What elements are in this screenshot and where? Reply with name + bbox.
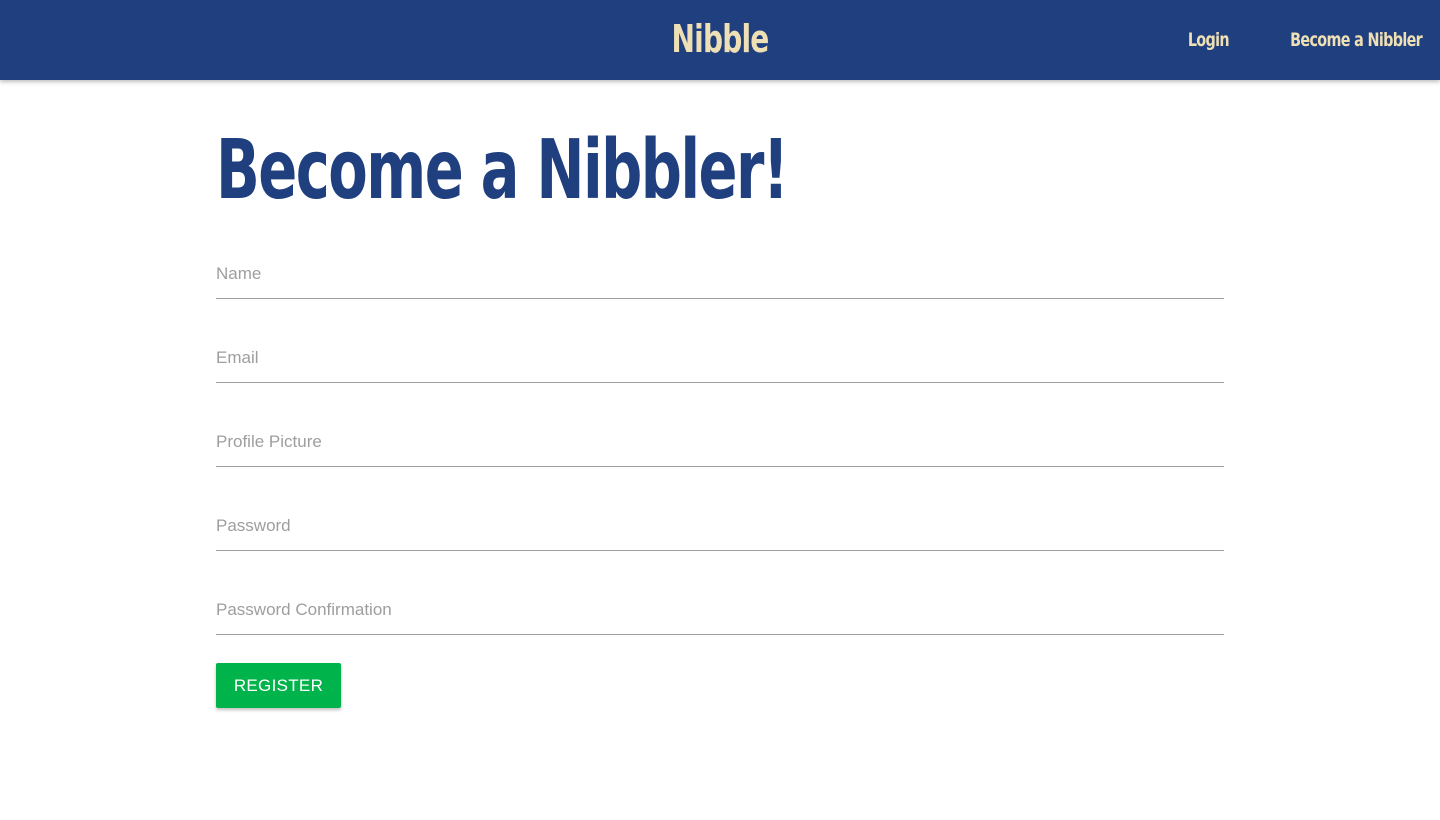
- email-input[interactable]: [216, 334, 1224, 383]
- password-field-container: [216, 502, 1224, 586]
- top-navbar: Nibble Login Become a Nibbler: [0, 0, 1440, 80]
- profile-picture-field-container: [216, 418, 1224, 502]
- nav-links: Login Become a Nibbler: [1144, 0, 1423, 80]
- name-field-container: [216, 250, 1224, 334]
- password-confirmation-input[interactable]: [216, 586, 1224, 635]
- register-button[interactable]: REGISTER: [216, 663, 341, 708]
- become-a-nibbler-link[interactable]: Become a Nibbler: [1290, 29, 1423, 51]
- brand-container: Nibble: [130, 0, 1311, 80]
- password-confirmation-field-container: [216, 586, 1224, 670]
- email-field-container: [216, 334, 1224, 418]
- password-input[interactable]: [216, 502, 1224, 551]
- name-input[interactable]: [216, 250, 1224, 299]
- register-form: [216, 250, 1224, 670]
- brand-logo[interactable]: Nibble: [672, 17, 770, 61]
- page-title: Become a Nibbler!: [216, 123, 789, 218]
- profile-picture-input[interactable]: [216, 418, 1224, 467]
- login-link[interactable]: Login: [1188, 29, 1230, 51]
